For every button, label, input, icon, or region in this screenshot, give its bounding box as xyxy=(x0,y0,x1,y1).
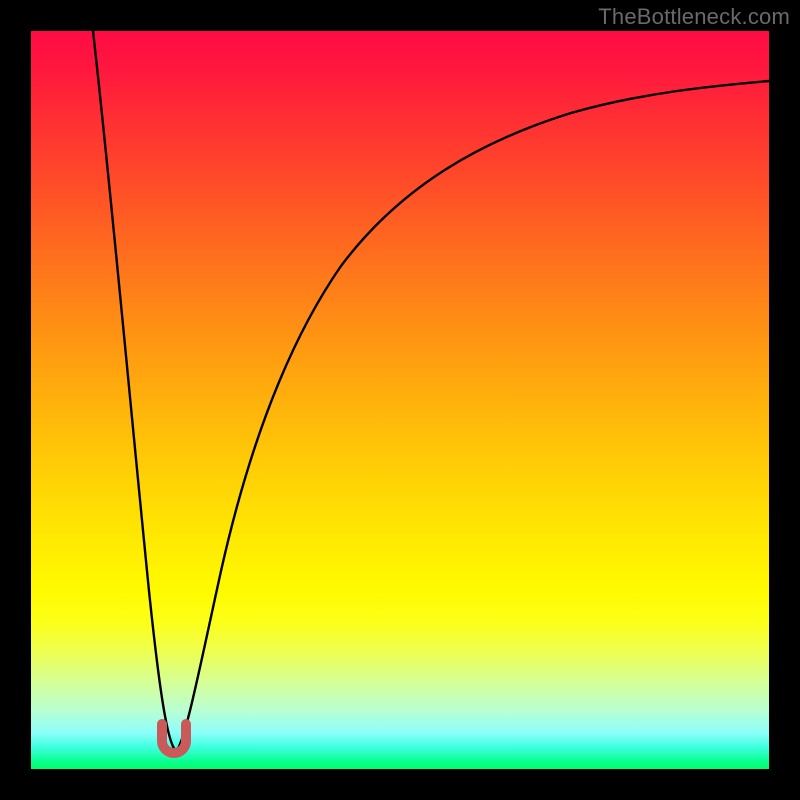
chart-frame: TheBottleneck.com xyxy=(0,0,800,800)
optimal-marker-icon xyxy=(157,724,191,758)
watermark-text: TheBottleneck.com xyxy=(598,4,790,30)
bottleneck-curve xyxy=(31,31,769,769)
plot-area xyxy=(31,31,769,769)
